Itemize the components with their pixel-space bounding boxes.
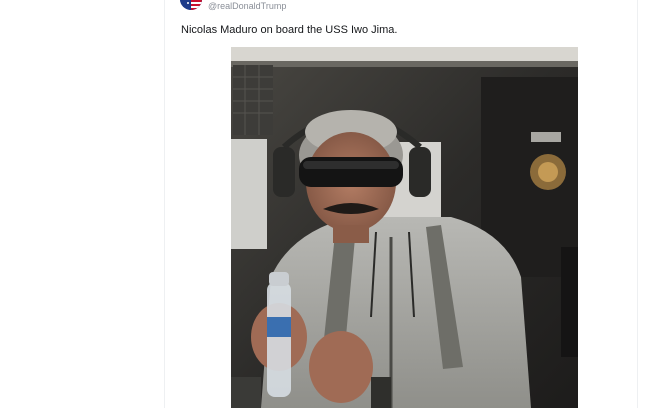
page: @realDonaldTrump Nicolas Maduro on board… bbox=[0, 0, 652, 408]
photo-icon bbox=[231, 47, 578, 408]
post-media[interactable] bbox=[231, 47, 578, 408]
post-text: Nicolas Maduro on board the USS Iwo Jima… bbox=[181, 24, 398, 36]
author-handle[interactable]: @realDonaldTrump bbox=[208, 0, 286, 12]
